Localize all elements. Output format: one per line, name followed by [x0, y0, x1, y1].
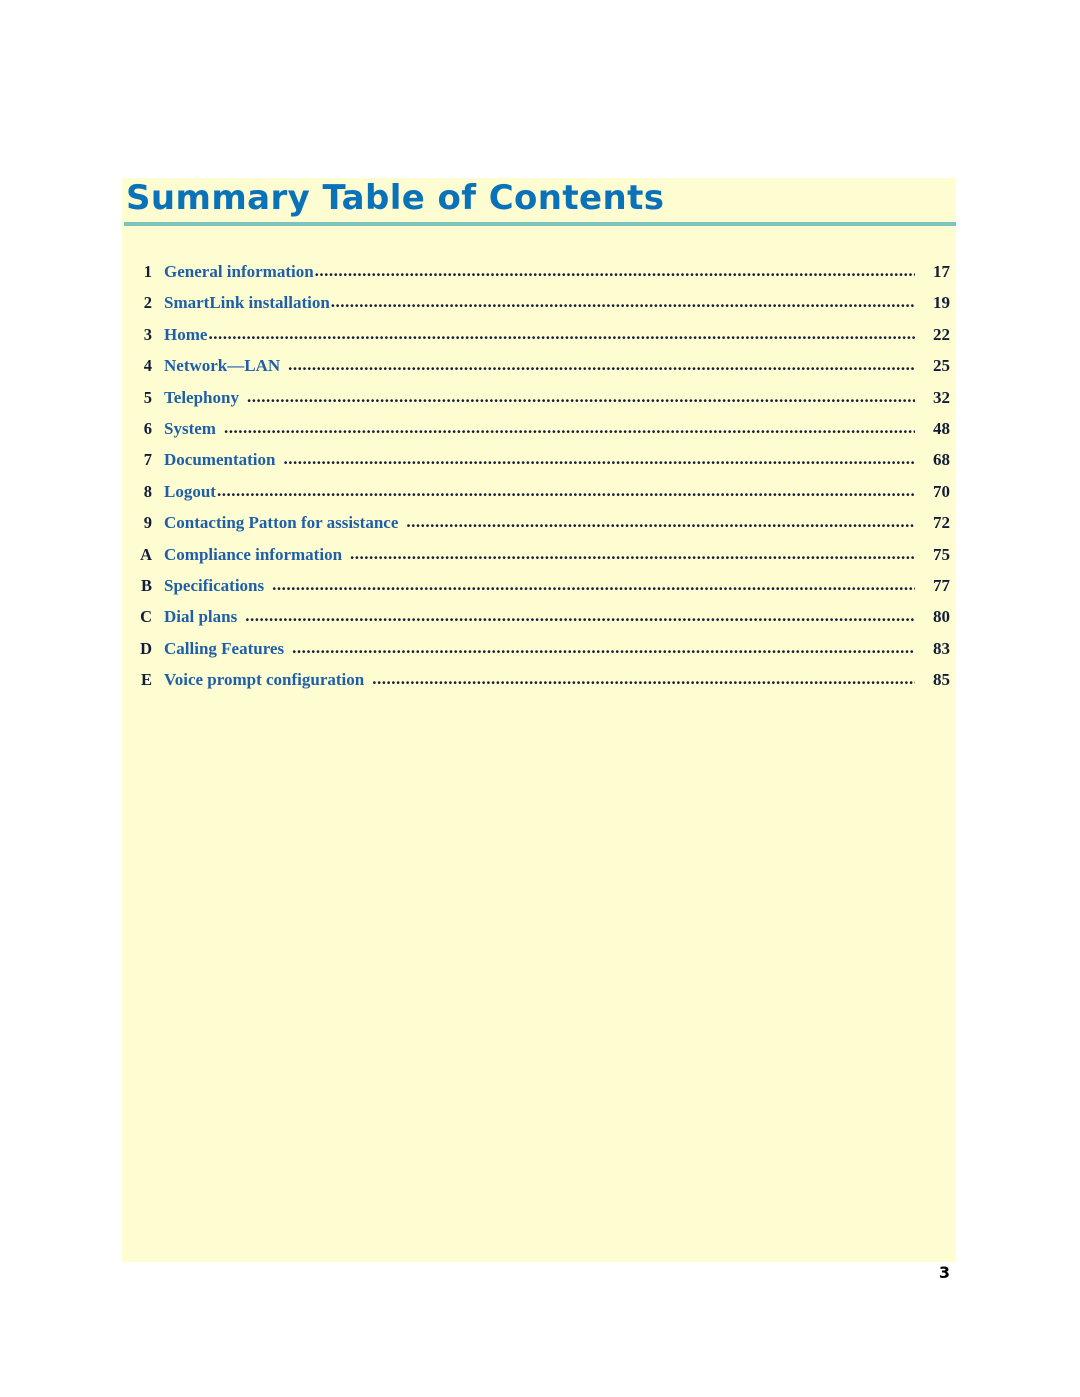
toc-entry-label[interactable]: Telephony [152, 388, 246, 408]
toc-entry[interactable]: 9 Contacting Patton for assistance.......… [122, 512, 956, 544]
toc-entry-label[interactable]: Contacting Patton for assistance [152, 513, 405, 533]
toc-entry-number: A [140, 544, 152, 564]
toc-dot-leader: ........................................… [208, 323, 915, 343]
toc-entry[interactable]: 3 Home...................................… [122, 323, 956, 356]
toc-entry[interactable]: B Specifications.........................… [122, 574, 956, 607]
toc-dot-leader: ........................................… [216, 480, 915, 500]
toc-entry-label[interactable]: Compliance information [152, 545, 349, 565]
toc-entry-number: 2 [143, 293, 152, 313]
page-folio-number: 3 [938, 1263, 950, 1282]
toc-entry-number: E [140, 670, 152, 690]
toc-dot-leader: ........................................… [272, 574, 915, 594]
toc-entry-page-number: 32 [933, 387, 950, 407]
title-divider [124, 222, 956, 226]
toc-entry-number: 4 [143, 356, 152, 376]
toc-entry[interactable]: 5 Telephony..............................… [122, 386, 956, 419]
toc-entry[interactable]: D Calling Features.......................… [122, 637, 956, 670]
toc-entry-label[interactable]: Voice prompt configuration [152, 670, 371, 690]
toc-entry[interactable]: C Dial plans.............................… [122, 606, 956, 638]
toc-entry-number: 9 [143, 513, 152, 533]
toc-entry-number: 6 [143, 418, 152, 438]
toc-entry-label[interactable]: System [152, 419, 223, 439]
toc-entry-number: 8 [143, 481, 152, 501]
toc-dot-leader: ........................................… [288, 355, 915, 375]
page-title: Summary Table of Contents [126, 178, 665, 218]
toc-entry-page-number: 77 [933, 575, 950, 595]
toc-entry-page-number: 85 [933, 670, 950, 690]
toc-entry[interactable]: 2 SmartLink installation.................… [122, 292, 956, 324]
toc-dot-leader: ........................................… [292, 637, 915, 657]
toc-entry-label[interactable]: Dial plans [152, 607, 244, 627]
toc-entry-number: B [140, 575, 152, 595]
toc-entry-number: C [140, 607, 152, 627]
toc-entry-label[interactable]: Home [152, 325, 207, 345]
toc-entry-label[interactable]: Specifications [152, 576, 271, 596]
toc-entry-page-number: 48 [933, 418, 950, 438]
toc-entry-label[interactable]: Logout [152, 482, 216, 502]
toc-dot-leader: ........................................… [406, 512, 915, 532]
toc-entry-label[interactable]: Documentation [152, 450, 282, 470]
toc-entry-number: 3 [143, 324, 152, 344]
toc-entry-label[interactable]: Calling Features [152, 639, 291, 659]
toc-entry-page-number: 70 [933, 481, 950, 501]
toc-entry-page-number: 68 [933, 450, 950, 470]
toc-entry[interactable]: A Compliance information.................… [122, 543, 956, 576]
toc-entry-page-number: 72 [933, 513, 950, 533]
toc-dot-leader: ........................................… [330, 292, 915, 312]
toc-dot-leader: ........................................… [372, 669, 915, 689]
toc-dot-leader: ........................................… [283, 449, 915, 469]
toc-entry-page-number: 22 [933, 324, 950, 344]
toc-entry-page-number: 75 [933, 544, 950, 564]
toc-entry-number: 1 [143, 262, 152, 281]
toc-entry-page-number: 19 [933, 293, 950, 313]
table-of-contents: 1 General information....................… [122, 261, 956, 701]
toc-dot-leader: ........................................… [223, 417, 915, 437]
toc-entry[interactable]: E Voice prompt configuration.............… [122, 669, 956, 701]
toc-dot-leader: ........................................… [245, 606, 915, 626]
toc-entry-page-number: 83 [933, 638, 950, 658]
toc-entry-page-number: 80 [933, 607, 950, 627]
toc-entry-number: 7 [143, 450, 152, 470]
toc-entry[interactable]: 8 Logout.................................… [122, 480, 956, 513]
toc-entry-label[interactable]: Network—LAN [152, 356, 287, 376]
toc-entry[interactable]: 4 Network—LAN............................… [122, 355, 956, 387]
toc-entry[interactable]: 1 General information....................… [122, 261, 956, 293]
toc-entry-label[interactable]: SmartLink installation [152, 293, 330, 313]
toc-entry-number: 5 [143, 387, 152, 407]
toc-dot-leader: ........................................… [314, 261, 915, 280]
toc-dot-leader: ........................................… [350, 543, 915, 563]
toc-entry-page-number: 25 [933, 356, 950, 376]
toc-entry-number: D [140, 638, 152, 658]
toc-entry[interactable]: 6 System.................................… [122, 417, 956, 450]
toc-entry-label[interactable]: General information [152, 262, 314, 282]
toc-entry[interactable]: 7 Documentation..........................… [122, 449, 956, 481]
toc-dot-leader: ........................................… [246, 386, 915, 406]
toc-entry-page-number: 17 [933, 262, 950, 281]
